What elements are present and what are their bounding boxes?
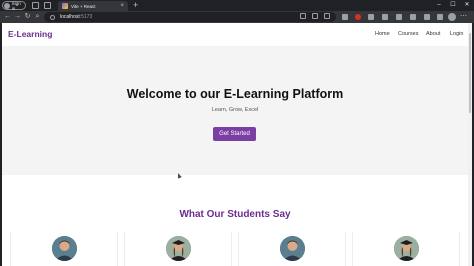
- new-tab-button[interactable]: +: [133, 0, 138, 11]
- site-logo[interactable]: E-Learning: [8, 29, 52, 39]
- split-screen-icon[interactable]: [382, 14, 388, 20]
- testimonial-card: [10, 232, 118, 266]
- collections-icon[interactable]: [410, 14, 416, 20]
- site-header: E-Learning Home Courses About Login: [2, 23, 468, 46]
- testimonials-title: What Our Students Say: [179, 209, 291, 220]
- browser-tab[interactable]: Vite + React ×: [58, 1, 128, 11]
- hero-section: Welcome to our E-Learning Platform Learn…: [2, 46, 468, 175]
- page-viewport: E-Learning Home Courses About Login Welc…: [2, 23, 472, 266]
- tab-actions-icon[interactable]: [44, 2, 51, 9]
- favorite-star-icon[interactable]: [324, 13, 330, 19]
- maximize-icon[interactable]: ☐: [446, 0, 460, 11]
- vite-favicon-icon: [62, 3, 68, 9]
- downloads-icon[interactable]: [424, 14, 430, 20]
- workspaces-icon[interactable]: [32, 2, 39, 9]
- nav-courses[interactable]: Courses: [398, 31, 418, 37]
- url-host: localhost: [60, 14, 80, 20]
- sign-in-button[interactable]: Sign in: [2, 0, 26, 11]
- page-scrollbar[interactable]: [468, 23, 472, 266]
- translate-icon[interactable]: [300, 13, 306, 19]
- close-window-icon[interactable]: ✕: [460, 0, 474, 11]
- nav-home[interactable]: Home: [375, 31, 390, 37]
- testimonial-card: [238, 232, 346, 266]
- hero-subtitle: Learn, Grow, Excel: [211, 107, 259, 113]
- minimize-icon[interactable]: –: [432, 0, 446, 11]
- url-port: :5173: [79, 14, 93, 20]
- student-avatar-graduate-icon: [166, 236, 191, 261]
- browser-tab-bar: Sign in Vite + React × + – ☐ ✕: [0, 0, 474, 11]
- testimonial-card: [124, 232, 232, 266]
- forward-icon[interactable]: →: [13, 11, 22, 23]
- student-avatar-male-icon: [52, 236, 77, 261]
- nav-about[interactable]: About: [426, 31, 440, 37]
- address-bar[interactable]: localhost :5173: [44, 12, 336, 22]
- profile-avatar-icon[interactable]: [448, 13, 456, 21]
- favorites-icon[interactable]: [396, 14, 402, 20]
- get-started-button[interactable]: Get Started: [213, 127, 256, 141]
- nav-login[interactable]: Login: [450, 31, 463, 37]
- extension-puzzle-icon[interactable]: [368, 14, 374, 20]
- back-icon[interactable]: ←: [3, 11, 12, 23]
- search-icon[interactable]: ⌕: [33, 11, 42, 23]
- close-tab-icon[interactable]: ×: [120, 3, 124, 9]
- sign-in-label: Sign in: [11, 0, 21, 11]
- extension-red-icon[interactable]: [355, 14, 361, 20]
- hero-title: Welcome to our E-Learning Platform: [126, 87, 344, 101]
- testimonial-card: [352, 232, 460, 266]
- site-info-icon[interactable]: [50, 14, 55, 20]
- scrollbar-thumb[interactable]: [469, 33, 471, 113]
- browser-essentials-icon[interactable]: [437, 14, 443, 20]
- profile-icon: [4, 2, 10, 9]
- read-aloud-icon[interactable]: [312, 13, 318, 19]
- reload-icon[interactable]: ↻: [23, 11, 32, 23]
- student-avatar-graduate-icon: [394, 236, 419, 261]
- browser-toolbar: ← → ↻ ⌕ localhost :5173 ⋯: [0, 11, 474, 23]
- menu-dots-icon[interactable]: ⋯: [460, 11, 467, 23]
- extension-icon[interactable]: [342, 14, 348, 20]
- testimonial-cards: [10, 232, 462, 266]
- tab-title: Vite + React: [71, 3, 96, 9]
- student-avatar-male-icon: [280, 236, 305, 261]
